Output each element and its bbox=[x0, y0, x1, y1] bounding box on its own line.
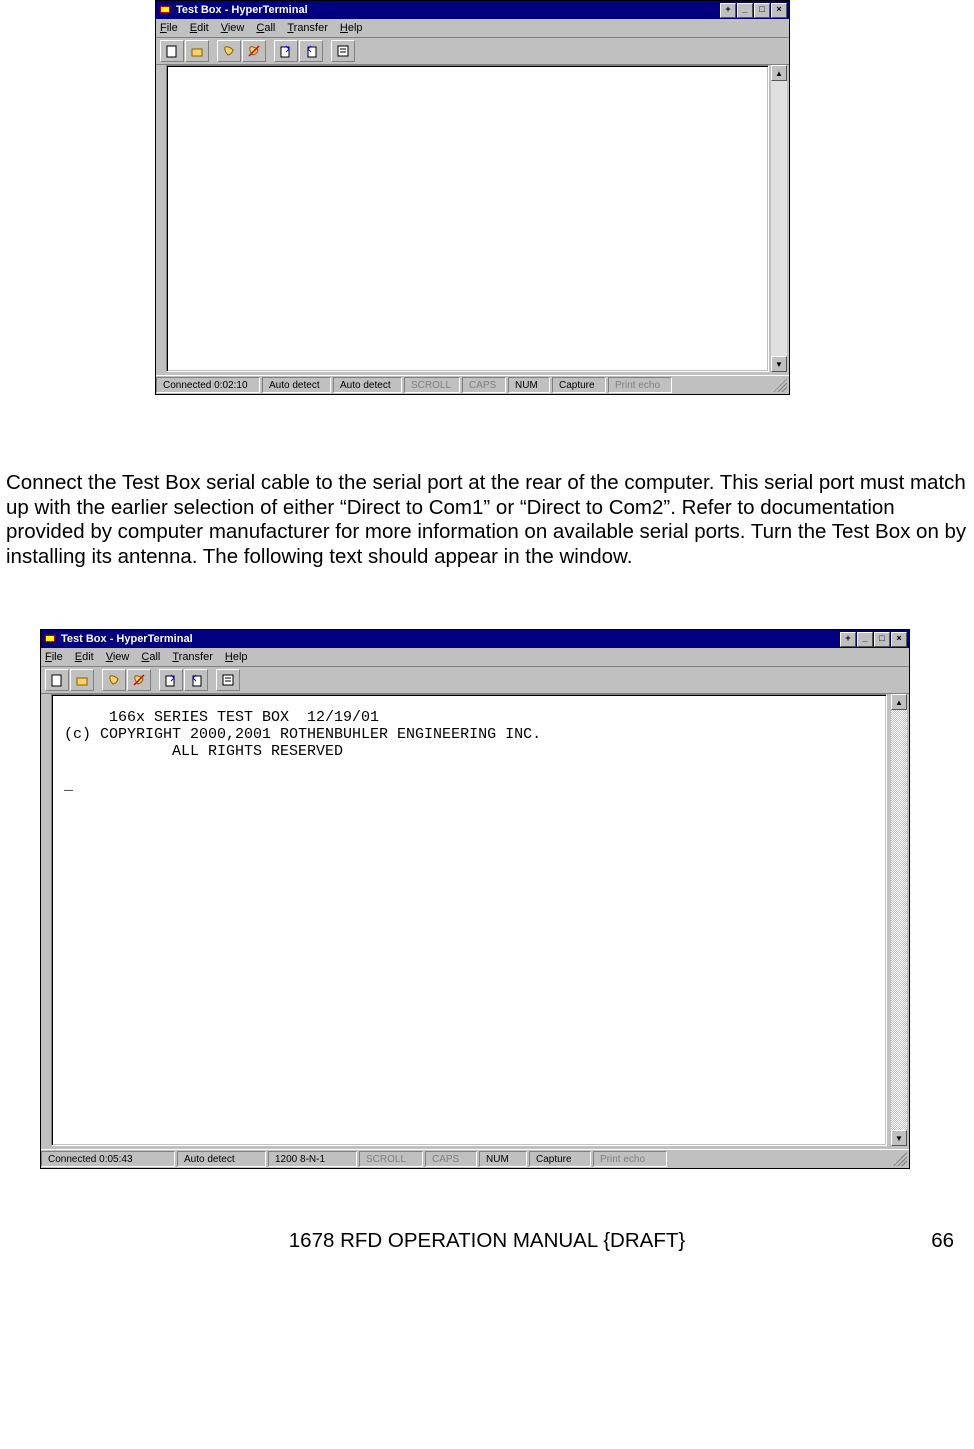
terminal-content bbox=[167, 66, 768, 94]
toolbar-call-button[interactable] bbox=[102, 669, 126, 691]
toolbar-disconnect-button[interactable] bbox=[127, 669, 151, 691]
toolbar-new-button[interactable] bbox=[160, 40, 184, 62]
window-titlebar: Test Box - HyperTerminal + _ □ × bbox=[41, 630, 909, 648]
menu-view[interactable]: View bbox=[221, 22, 245, 34]
scroll-down-button[interactable]: ▼ bbox=[891, 1130, 907, 1146]
window-titlebar: Test Box - HyperTerminal + _ □ × bbox=[156, 1, 789, 19]
menu-transfer[interactable]: Transfer bbox=[287, 22, 328, 34]
toolbar-send-button[interactable] bbox=[159, 669, 183, 691]
status-capture: Capture bbox=[529, 1151, 591, 1167]
page-footer: 1678 RFD OPERATION MANUAL {DRAFT} 66 bbox=[0, 1229, 974, 1253]
menu-call[interactable]: Call bbox=[256, 22, 275, 34]
menu-file[interactable]: File bbox=[160, 22, 178, 34]
toolbar-open-button[interactable] bbox=[185, 40, 209, 62]
toolbar-receive-button[interactable] bbox=[299, 40, 323, 62]
close-button[interactable]: × bbox=[891, 632, 907, 647]
app-icon bbox=[158, 3, 172, 17]
page-number: 66 bbox=[931, 1229, 954, 1253]
scroll-up-button[interactable]: ▲ bbox=[771, 65, 787, 81]
maximize-button[interactable]: □ bbox=[874, 632, 890, 647]
menubar: File Edit View Call Transfer Help bbox=[156, 19, 789, 38]
status-connected: Connected 0:05:43 bbox=[41, 1151, 175, 1167]
scroll-down-button[interactable]: ▼ bbox=[771, 356, 787, 372]
status-capture: Capture bbox=[552, 377, 606, 393]
toolbar bbox=[156, 38, 789, 65]
terminal-area[interactable]: 166x SERIES TEST BOX 12/19/01 (c) COPYRI… bbox=[51, 694, 887, 1146]
document-page: Test Box - HyperTerminal + _ □ × File Ed… bbox=[0, 0, 974, 1293]
toolbar-send-button[interactable] bbox=[274, 40, 298, 62]
toolbar-receive-button[interactable] bbox=[184, 669, 208, 691]
status-printecho: Print echo bbox=[593, 1151, 667, 1167]
toolbar-properties-button[interactable] bbox=[331, 40, 355, 62]
statusbar: Connected 0:02:10 Auto detect Auto detec… bbox=[156, 375, 789, 394]
screenshot-hyperterminal-output: Test Box - HyperTerminal + _ □ × File Ed… bbox=[40, 629, 910, 1169]
terminal-content: 166x SERIES TEST BOX 12/19/01 (c) COPYRI… bbox=[52, 695, 886, 808]
toolbar-open-button[interactable] bbox=[70, 669, 94, 691]
menu-transfer[interactable]: Transfer bbox=[172, 651, 213, 663]
status-num: NUM bbox=[479, 1151, 527, 1167]
toolbar-call-button[interactable] bbox=[217, 40, 241, 62]
toolbar-new-button[interactable] bbox=[45, 669, 69, 691]
terminal-area[interactable] bbox=[166, 65, 769, 372]
statusbar: Connected 0:05:43 Auto detect 1200 8-N-1… bbox=[41, 1149, 909, 1168]
status-scroll: SCROLL bbox=[359, 1151, 423, 1167]
minimize-button[interactable]: _ bbox=[857, 632, 873, 647]
status-connected: Connected 0:02:10 bbox=[156, 377, 260, 393]
menu-call[interactable]: Call bbox=[141, 651, 160, 663]
vertical-scrollbar[interactable]: ▲ ▼ bbox=[891, 694, 907, 1146]
status-scroll: SCROLL bbox=[404, 377, 460, 393]
screenshot-hyperterminal-empty: Test Box - HyperTerminal + _ □ × File Ed… bbox=[155, 0, 790, 395]
instruction-paragraph: Connect the Test Box serial cable to the… bbox=[6, 471, 968, 569]
footer-title: 1678 RFD OPERATION MANUAL {DRAFT} bbox=[289, 1229, 685, 1252]
close-button[interactable]: × bbox=[771, 3, 787, 18]
status-num: NUM bbox=[508, 377, 550, 393]
maximize-button[interactable]: □ bbox=[754, 3, 770, 18]
toolbar-disconnect-button[interactable] bbox=[242, 40, 266, 62]
toolbar-properties-button[interactable] bbox=[216, 669, 240, 691]
status-autodetect-1: Auto detect bbox=[177, 1151, 266, 1167]
menu-help[interactable]: Help bbox=[225, 651, 248, 663]
window-buttons: + _ □ × bbox=[840, 632, 907, 647]
app-icon bbox=[43, 632, 57, 646]
scroll-up-button[interactable]: ▲ bbox=[891, 694, 907, 710]
window-title: Test Box - HyperTerminal bbox=[61, 633, 840, 645]
status-caps: CAPS bbox=[462, 377, 506, 393]
menubar: File Edit View Call Transfer Help bbox=[41, 648, 909, 667]
status-caps: CAPS bbox=[425, 1151, 477, 1167]
window-buttons: + _ □ × bbox=[720, 3, 787, 18]
extra-button[interactable]: + bbox=[720, 3, 736, 18]
toolbar bbox=[41, 667, 909, 694]
resize-grip[interactable] bbox=[773, 378, 787, 392]
status-autodetect-2: Auto detect bbox=[333, 377, 402, 393]
menu-edit[interactable]: Edit bbox=[75, 651, 94, 663]
status-printecho: Print echo bbox=[608, 377, 672, 393]
minimize-button[interactable]: _ bbox=[737, 3, 753, 18]
status-autodetect-2: 1200 8-N-1 bbox=[268, 1151, 357, 1167]
vertical-scrollbar[interactable]: ▲ ▼ bbox=[771, 65, 787, 372]
menu-help[interactable]: Help bbox=[340, 22, 363, 34]
menu-edit[interactable]: Edit bbox=[190, 22, 209, 34]
resize-grip[interactable] bbox=[893, 1152, 907, 1166]
window-title: Test Box - HyperTerminal bbox=[176, 4, 720, 16]
extra-button[interactable]: + bbox=[840, 632, 856, 647]
menu-file[interactable]: File bbox=[45, 651, 63, 663]
menu-view[interactable]: View bbox=[106, 651, 130, 663]
status-autodetect-1: Auto detect bbox=[262, 377, 331, 393]
